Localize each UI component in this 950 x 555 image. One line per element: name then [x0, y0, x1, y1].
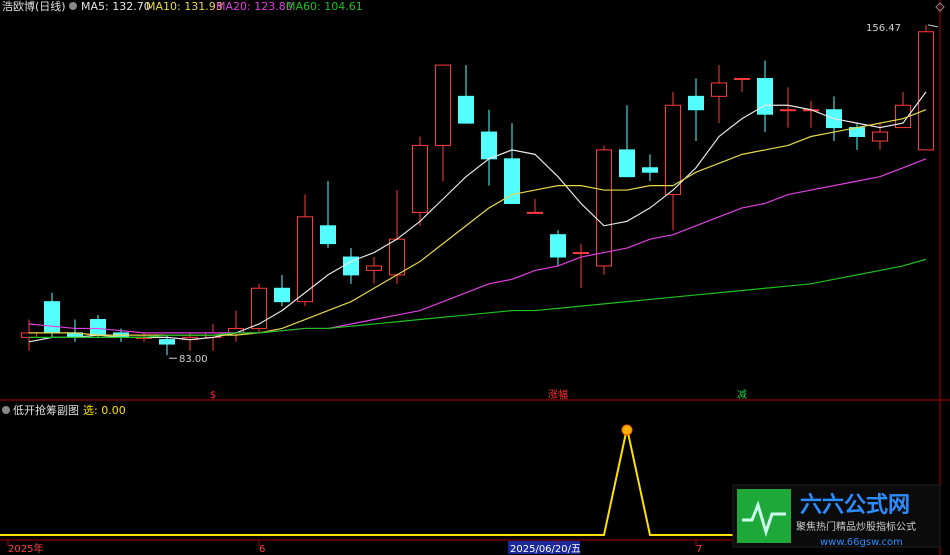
candle-body [90, 319, 106, 336]
candle-body [642, 167, 658, 173]
signal-marker: $ [210, 390, 216, 401]
candle-body [458, 95, 474, 124]
candle-body [44, 301, 60, 334]
candle-body [550, 234, 566, 258]
candle-body [688, 95, 704, 111]
candle-body [320, 225, 336, 245]
axis-label: 6 [259, 544, 265, 555]
candle-body [389, 238, 405, 276]
sub-indicator-name[interactable]: 低开抢筹副图 [13, 403, 79, 417]
sub-dropdown-icon[interactable] [2, 406, 10, 414]
candle-body [527, 211, 543, 214]
axis-label: 7 [696, 544, 702, 555]
ma5-label: MA5: 132.70 [81, 0, 151, 13]
ma20-label: MA20: 123.80 [216, 0, 293, 13]
signal-peak-icon [621, 424, 633, 436]
candle-body [780, 109, 796, 112]
sub-header: 低开抢筹副图 选: 0.00 [2, 403, 126, 417]
candle-25 [596, 145, 612, 275]
candle-body [412, 144, 428, 213]
candle-body [734, 77, 750, 80]
dropdown-icon[interactable] [69, 2, 77, 10]
ma60-label: MA60: 104.61 [286, 0, 363, 13]
chart-background [0, 0, 950, 555]
candle-body [665, 104, 681, 196]
watermark-icon [737, 489, 791, 543]
sub-indicator-value: 选: 0.00 [83, 404, 126, 417]
high-price-label: 156.47 [866, 23, 901, 34]
candle-17 [412, 136, 428, 226]
signal-marker: 涨幅 [548, 388, 568, 401]
stock-chart: $ 涨幅 减 2025年 6 2025/06/20/五 7 浩欧博(日线) MA5: 13… [0, 0, 950, 555]
ma10-label: MA10: 131.93 [146, 0, 223, 13]
signal-marker: 减 [737, 389, 747, 401]
candle-body [274, 287, 290, 303]
axis-label: 2025年 [8, 542, 43, 555]
watermark-logo: 六六公式网 聚焦热门精品炒股指标公式 www.66gsw.com [732, 484, 941, 548]
watermark-title: 六六公式网 [800, 493, 910, 518]
candle-body [21, 332, 37, 338]
candle-body [573, 252, 589, 255]
candle-body [596, 149, 612, 267]
stock-name[interactable]: 浩欧博(日线) [2, 0, 66, 13]
candle-body [504, 158, 520, 204]
candle-body [481, 131, 497, 160]
candle-body [711, 82, 727, 97]
candle-body [872, 131, 888, 142]
axis-label: 2025/06/20/五 [510, 544, 581, 555]
watermark-subtitle: 聚焦热门精品炒股指标公式 [796, 520, 916, 533]
candle-body [251, 287, 267, 329]
candle-body [366, 265, 382, 271]
candle-body [918, 31, 934, 151]
candle-body [435, 64, 451, 146]
low-price-label: 83.00 [179, 354, 208, 365]
candle-body [619, 149, 635, 178]
candle-body [159, 339, 175, 345]
watermark-url: www.66gsw.com [820, 537, 903, 548]
candle-39 [918, 24, 934, 151]
